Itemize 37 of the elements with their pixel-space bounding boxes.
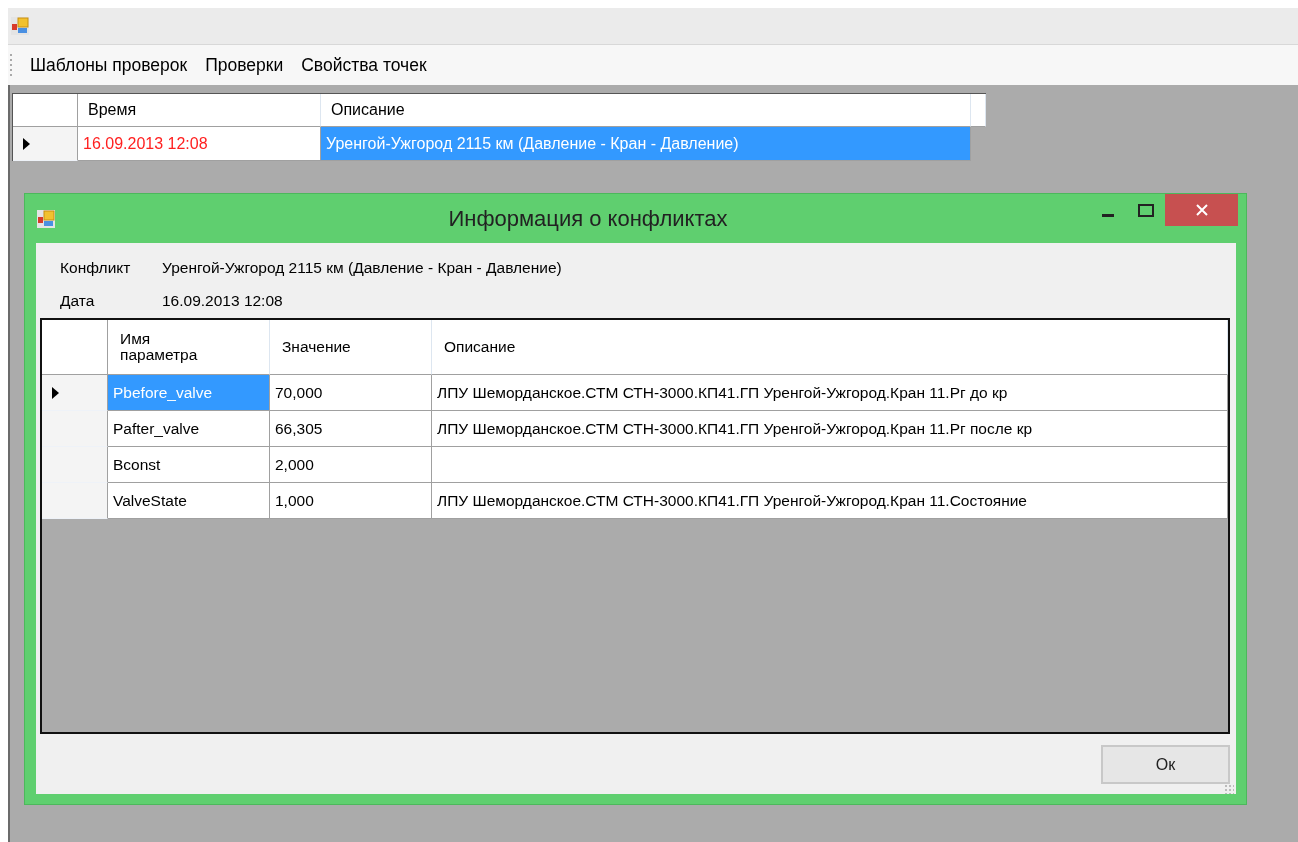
current-row-icon: [52, 386, 59, 399]
menu-item[interactable]: Проверки: [195, 52, 292, 78]
table-cell[interactable]: Pafter_valve: [108, 411, 270, 447]
current-row-icon: [23, 137, 30, 150]
table-cell[interactable]: 16.09.2013 12:08: [78, 127, 321, 161]
table-cell[interactable]: ЛПУ Шеморданское.СТМ СТН-3000.КП41.ГП Уренгой-Ужгород.Кран 11.Состояние: [432, 483, 1228, 519]
column-header[interactable]: Описание: [432, 320, 1228, 375]
column-header[interactable]: Время: [78, 94, 321, 127]
menu-item[interactable]: Шаблоны проверок: [20, 52, 196, 78]
column-header[interactable]: Значение: [270, 320, 432, 375]
field-label: Дата: [60, 292, 96, 310]
app-icon: [11, 17, 29, 35]
menu-item[interactable]: Свойства точек: [291, 52, 435, 78]
column-header[interactable]: Имя параметра: [108, 320, 270, 375]
app-icon: [37, 209, 55, 228]
table-cell[interactable]: 70,000: [270, 375, 432, 411]
size-grip-icon[interactable]: [1224, 784, 1234, 794]
row-header[interactable]: [42, 375, 108, 411]
field-label: Конфликт: [60, 259, 132, 277]
column-header[interactable]: Описание: [321, 94, 971, 127]
minimize-icon: [1102, 213, 1114, 217]
field-value: Уренгой-Ужгород 2115 км (Давление - Кран - Давление): [162, 259, 562, 277]
table-cell[interactable]: 1,000: [270, 483, 432, 519]
close-icon: [1195, 204, 1208, 216]
window-title: Информация о конфликтах: [447, 205, 729, 232]
row-header[interactable]: [13, 127, 78, 161]
table-cell[interactable]: ЛПУ Шеморданское.СТМ СТН-3000.КП41.ГП Уренгой-Ужгород.Кран 11.Рг после кр: [432, 411, 1228, 447]
table-cell[interactable]: ЛПУ Шеморданское.СТМ СТН-3000.КП41.ГП Уренгой-Ужгород.Кран 11.Рг до кр: [432, 375, 1228, 411]
table-cell[interactable]: Bconst: [108, 447, 270, 483]
table-cell[interactable]: [432, 447, 1228, 483]
ok-button[interactable]: Ок: [1101, 745, 1230, 784]
close-button[interactable]: [1165, 194, 1238, 226]
field-value: 16.09.2013 12:08: [162, 292, 283, 310]
table-cell[interactable]: ValveState: [108, 483, 270, 519]
table-cell[interactable]: 66,305: [270, 411, 432, 447]
table-cell[interactable]: 2,000: [270, 447, 432, 483]
maximize-icon: [1138, 203, 1154, 217]
